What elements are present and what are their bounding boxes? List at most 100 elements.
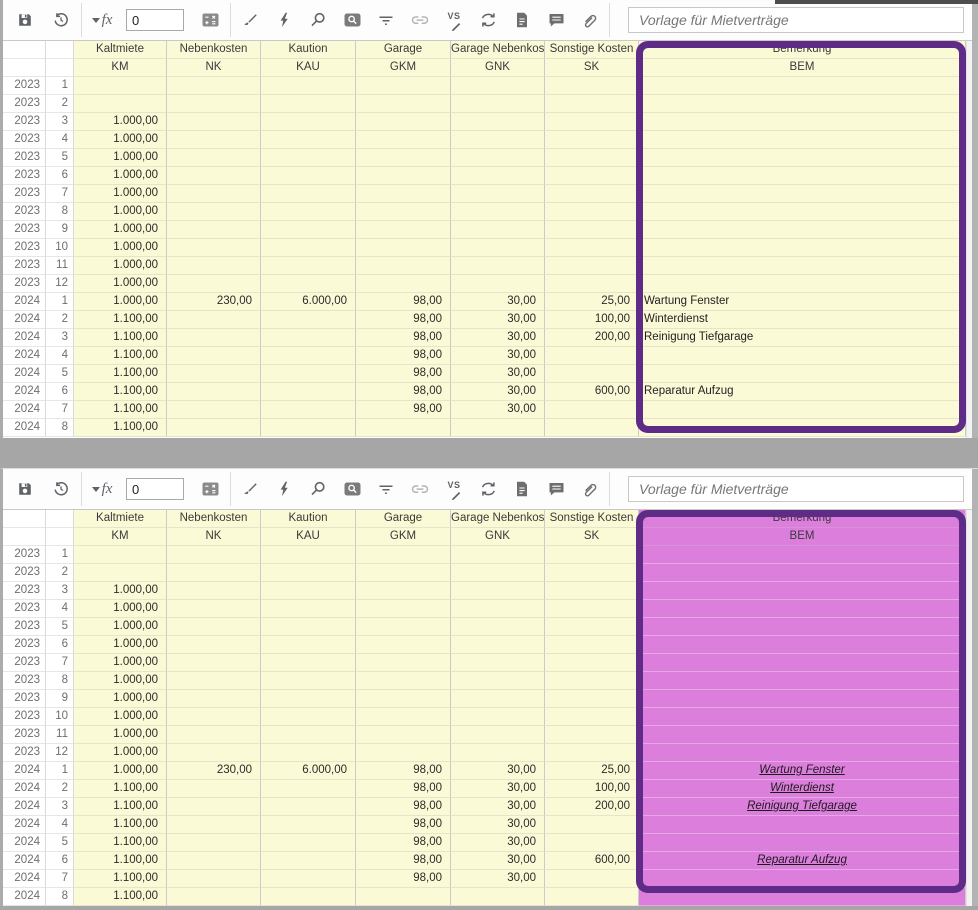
cell-km[interactable]: 1.000,00 xyxy=(74,744,167,762)
cell-gnk[interactable] xyxy=(451,77,545,95)
cell-km[interactable]: 1.000,00 xyxy=(74,600,167,618)
cell-gnk[interactable]: 30,00 xyxy=(451,383,545,401)
row-header-year[interactable]: 2024 xyxy=(3,293,46,311)
cell-km[interactable]: 1.100,00 xyxy=(74,329,167,347)
history-button[interactable] xyxy=(43,471,79,507)
cell-km[interactable] xyxy=(74,95,167,113)
cell-sk[interactable]: 25,00 xyxy=(545,293,639,311)
row-header-month[interactable]: 7 xyxy=(46,401,74,419)
cell-sk[interactable] xyxy=(545,816,639,834)
cell-nk[interactable] xyxy=(167,600,261,618)
cell-km[interactable]: 1.100,00 xyxy=(74,401,167,419)
cell-kau[interactable] xyxy=(261,203,356,221)
cell-kau[interactable] xyxy=(261,167,356,185)
row-header-month[interactable]: 7 xyxy=(46,870,74,888)
cell-km[interactable]: 1.000,00 xyxy=(74,582,167,600)
row-header-month[interactable]: 2 xyxy=(46,780,74,798)
cell-km[interactable]: 1.100,00 xyxy=(74,834,167,852)
column-header-gnk[interactable]: GNK xyxy=(451,528,545,546)
row-header-year[interactable]: 2023 xyxy=(3,275,46,293)
cell-gkm[interactable] xyxy=(356,257,451,275)
cell-gkm[interactable]: 98,00 xyxy=(356,365,451,383)
cell-sk[interactable] xyxy=(545,221,639,239)
cell-km[interactable]: 1.100,00 xyxy=(74,347,167,365)
cell-bem[interactable] xyxy=(639,275,966,293)
cell-nk[interactable] xyxy=(167,95,261,113)
cell-nk[interactable]: 230,00 xyxy=(167,293,261,311)
cell-bem[interactable]: Winterdienst xyxy=(639,311,966,329)
row-header-month[interactable]: 8 xyxy=(46,888,74,906)
cell-gkm[interactable]: 98,00 xyxy=(356,798,451,816)
cell-bem[interactable] xyxy=(639,149,966,167)
cell-gnk[interactable] xyxy=(451,708,545,726)
cell-gnk[interactable] xyxy=(451,726,545,744)
row-header-month[interactable]: 1 xyxy=(46,762,74,780)
link-button[interactable] xyxy=(403,2,437,38)
cell-gkm[interactable] xyxy=(356,77,451,95)
cell-gnk[interactable]: 30,00 xyxy=(451,401,545,419)
cell-km[interactable]: 1.000,00 xyxy=(74,203,167,221)
row-header-month[interactable]: 3 xyxy=(46,798,74,816)
cell-km[interactable]: 1.100,00 xyxy=(74,419,167,437)
row-header-month[interactable]: 5 xyxy=(46,365,74,383)
column-header-kau[interactable]: Kaution xyxy=(261,41,356,59)
lightning-button[interactable] xyxy=(267,471,301,507)
document-button[interactable] xyxy=(505,2,539,38)
cell-gkm[interactable] xyxy=(356,636,451,654)
cell-nk[interactable] xyxy=(167,419,261,437)
cell-gkm[interactable] xyxy=(356,131,451,149)
cell-bem[interactable] xyxy=(639,564,966,582)
cell-nk[interactable] xyxy=(167,167,261,185)
cell-bem[interactable] xyxy=(639,257,966,275)
cell-km[interactable]: 1.000,00 xyxy=(74,131,167,149)
cell-gkm[interactable]: 98,00 xyxy=(356,816,451,834)
row-header-year[interactable]: 2023 xyxy=(3,600,46,618)
row-header-year[interactable]: 2023 xyxy=(3,113,46,131)
cell-gnk[interactable] xyxy=(451,654,545,672)
cell-gkm[interactable] xyxy=(356,744,451,762)
swap-button[interactable] xyxy=(471,471,505,507)
cell-kau[interactable] xyxy=(261,221,356,239)
cell-gnk[interactable] xyxy=(451,185,545,203)
cell-gnk[interactable] xyxy=(451,546,545,564)
cell-km[interactable]: 1.000,00 xyxy=(74,654,167,672)
cell-km[interactable]: 1.000,00 xyxy=(74,708,167,726)
cell-km[interactable]: 1.100,00 xyxy=(74,852,167,870)
cell-gnk[interactable] xyxy=(451,582,545,600)
cell-kau[interactable] xyxy=(261,546,356,564)
row-header-year[interactable]: 2024 xyxy=(3,852,46,870)
cell-gkm[interactable] xyxy=(356,546,451,564)
cell-sk[interactable]: 25,00 xyxy=(545,762,639,780)
save-button[interactable] xyxy=(7,2,43,38)
cell-gnk[interactable]: 30,00 xyxy=(451,780,545,798)
cell-bem[interactable]: Reparatur Aufzug xyxy=(639,852,966,870)
cell-kau[interactable]: 6.000,00 xyxy=(261,762,356,780)
cell-nk[interactable] xyxy=(167,564,261,582)
cell-km[interactable]: 1.000,00 xyxy=(74,618,167,636)
cell-nk[interactable] xyxy=(167,365,261,383)
cell-gkm[interactable] xyxy=(356,221,451,239)
cell-bem[interactable]: Reinigung Tiefgarage xyxy=(639,798,966,816)
cell-bem[interactable] xyxy=(639,708,966,726)
cell-gkm[interactable] xyxy=(356,690,451,708)
cell-kau[interactable] xyxy=(261,77,356,95)
cell-gkm[interactable]: 98,00 xyxy=(356,329,451,347)
calculator-button[interactable] xyxy=(192,2,228,38)
column-header-gnk[interactable]: GNK xyxy=(451,59,545,77)
cell-bem[interactable] xyxy=(639,95,966,113)
cell-gnk[interactable] xyxy=(451,221,545,239)
cell-sk[interactable] xyxy=(545,275,639,293)
column-header-bem[interactable]: Bemerkung xyxy=(639,510,966,528)
cell-sk[interactable] xyxy=(545,870,639,888)
cell-gnk[interactable] xyxy=(451,672,545,690)
cell-gnk[interactable]: 30,00 xyxy=(451,365,545,383)
paperclip-button[interactable] xyxy=(573,471,607,507)
cell-kau[interactable] xyxy=(261,690,356,708)
cell-sk[interactable] xyxy=(545,672,639,690)
cell-bem[interactable] xyxy=(639,203,966,221)
cell-bem[interactable] xyxy=(639,744,966,762)
row-header-year[interactable]: 2023 xyxy=(3,654,46,672)
row-header-year[interactable]: 2023 xyxy=(3,546,46,564)
cell-nk[interactable] xyxy=(167,798,261,816)
cell-bem[interactable] xyxy=(639,582,966,600)
